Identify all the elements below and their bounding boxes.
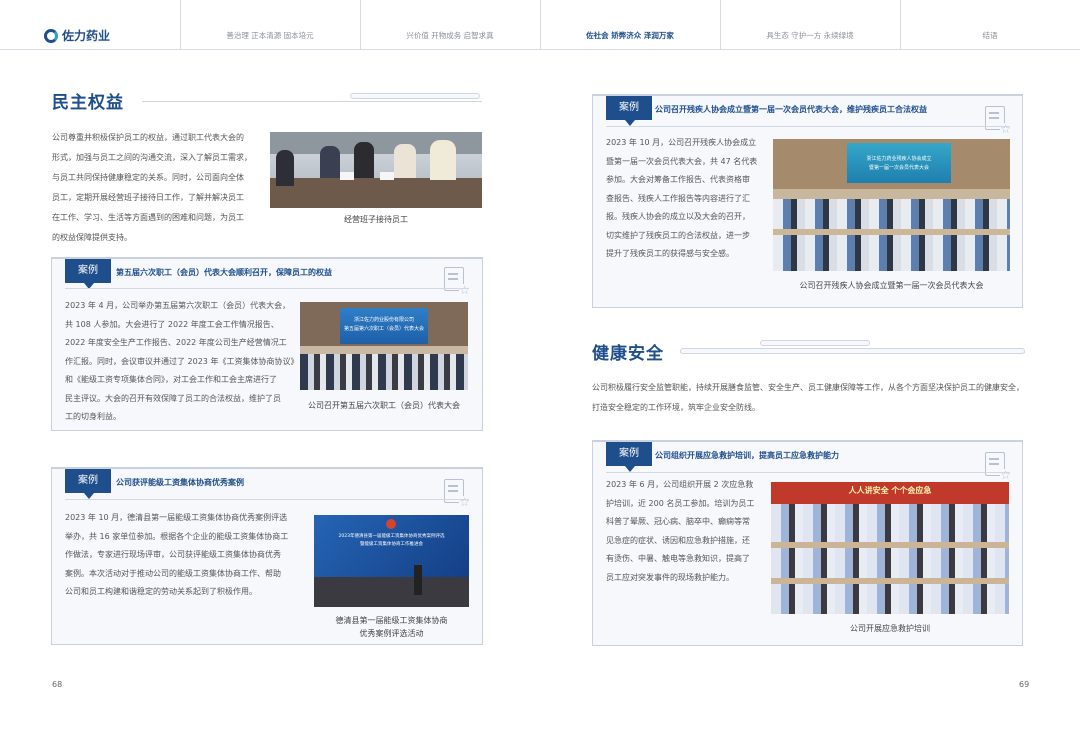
screen-text: 浙江佐力药业股份有限公司 (353, 317, 414, 323)
nav-item-governance[interactable]: 善治理 正本清源 固本培元 (180, 30, 360, 41)
case-title: 公司组织开展应急救护培训，提高员工应急救护能力 (655, 451, 839, 460)
case-text: 2023 年 4 月，公司举办第五届第六次职工（会员）代表大会， 共 108 人… (65, 301, 299, 421)
screen-text: 暨能级工资集体协商工作推进会 (360, 542, 423, 547)
case-divider (606, 126, 1010, 127)
case-card-first-aid-training: 案例 公司组织开展应急救护培训，提高员工应急救护能力 2023 年 6 月，公司… (592, 440, 1023, 646)
case-text: 2023 年 10 月，德清县第一届能级工资集体协商优秀案例评选 举办，共 16… (65, 513, 289, 596)
nav-item-society[interactable]: 佐社会 矫弊济众 泽润万家 (540, 30, 720, 41)
section-title-democratic-rights: 民主权益 (52, 93, 124, 113)
nav-item-value[interactable]: 兴价值 开物成务 启智求真 (360, 30, 540, 41)
case-card-workers-congress: 案例 第五届六次职工（会员）代表大会顺利召开，保障员工的权益 2023 年 4 … (51, 257, 483, 431)
training-banner: 人人讲安全 个个会应急 (771, 482, 1009, 504)
democratic-rights-intro: 公司尊重并积极保护员工的权益，通过职工代表大会的 形式，加强与员工之间的沟通交流… (52, 133, 252, 242)
case-card-wage-negotiation: 案例 公司获评能级工资集体协商优秀案例 2023 年 10 月，德清县第一届能级… (51, 467, 483, 645)
company-logo[interactable]: 佐力药业 (44, 27, 110, 44)
photo-reception-meeting (270, 132, 482, 208)
title-decoration-pill (350, 93, 480, 99)
screen-text: 浙江佐力药业残疾人协会成立 (866, 156, 932, 162)
case-photo-caption: 公司召开第五届六次职工（会员）代表大会 (308, 401, 460, 410)
title-decoration-line (142, 101, 482, 102)
page-number-right: 69 (1019, 680, 1030, 689)
case-divider (606, 472, 1010, 473)
photo-reception-caption: 经营班子接待员工 (344, 215, 408, 224)
logo-icon (44, 28, 58, 43)
nav-divider (180, 0, 181, 50)
case-divider (65, 288, 469, 289)
case-text: 2023 年 10 月，公司召开残疾人协会成立 暨第一届一次会员代表大会，共 4… (606, 138, 758, 258)
photo-wage-case-event: 2023年德清县第一届能级工资集体协商优秀案例评选 暨能级工资集体协商工作推进会 (314, 515, 469, 607)
case-tag: 案例 (606, 96, 652, 126)
photo-first-aid-training: 人人讲安全 个个会应急 (771, 482, 1009, 614)
section-title-health-safety: 健康安全 (592, 344, 664, 364)
logo-text: 佐力药业 (62, 29, 111, 43)
nav-divider (720, 0, 721, 50)
case-title: 第五届六次职工（会员）代表大会顺利召开，保障员工的权益 (116, 268, 332, 277)
nav-divider (540, 0, 541, 50)
case-tag: 案例 (606, 442, 652, 472)
page-number-left: 68 (52, 680, 63, 689)
case-card-disabled-association: 案例 公司召开残疾人协会成立暨第一届一次会员代表大会，维护残疾员工合法权益 20… (592, 94, 1023, 308)
case-photo-caption: 德清县第一届能级工资集体协商 优秀案例评选活动 (335, 616, 448, 638)
nav-divider (360, 0, 361, 50)
case-photo-caption: 公司开展应急救护培训 (850, 624, 930, 633)
screen-text: 2023年德清县第一届能级工资集体协商优秀案例评选 (338, 534, 445, 539)
case-tag: 案例 (65, 259, 111, 289)
case-divider (65, 499, 469, 500)
title-decoration-pill (760, 340, 870, 346)
case-text: 2023 年 6 月，公司组织开展 2 次应急救 护培训，近 200 名员工参加… (606, 480, 755, 582)
case-title: 公司获评能级工资集体协商优秀案例 (116, 478, 244, 487)
nav-item-ecology[interactable]: 具生态 守护一方 永续绿境 (720, 30, 900, 41)
nav-divider (900, 0, 901, 50)
nav-item-conclusion[interactable]: 结语 (900, 30, 1080, 41)
photo-disabled-association-meeting: 浙江佐力药业残疾人协会成立 暨第一届一次会员代表大会 (773, 139, 1010, 271)
screen-text: 第五届第六次职工（会员）代表大会 (343, 326, 424, 332)
top-navigation: 佐力药业 善治理 正本清源 固本培元 兴价值 开物成务 启智求真 佐社会 矫弊济… (0, 0, 1080, 50)
title-decoration-pill (680, 348, 1025, 354)
case-title: 公司召开残疾人协会成立暨第一届一次会员代表大会，维护残疾员工合法权益 (655, 105, 927, 114)
case-tag: 案例 (65, 469, 111, 499)
case-photo-caption: 公司召开残疾人协会成立暨第一届一次会员代表大会 (799, 281, 984, 290)
health-safety-intro: 公司积极履行安全监管职能，持续开展膳食监管、安全生产、员工健康保障等工作，从各个… (592, 383, 1024, 412)
screen-text: 暨第一届一次会员代表大会 (868, 165, 929, 171)
photo-workers-congress: 浙江佐力药业股份有限公司 第五届第六次职工（会员）代表大会 (300, 302, 468, 390)
